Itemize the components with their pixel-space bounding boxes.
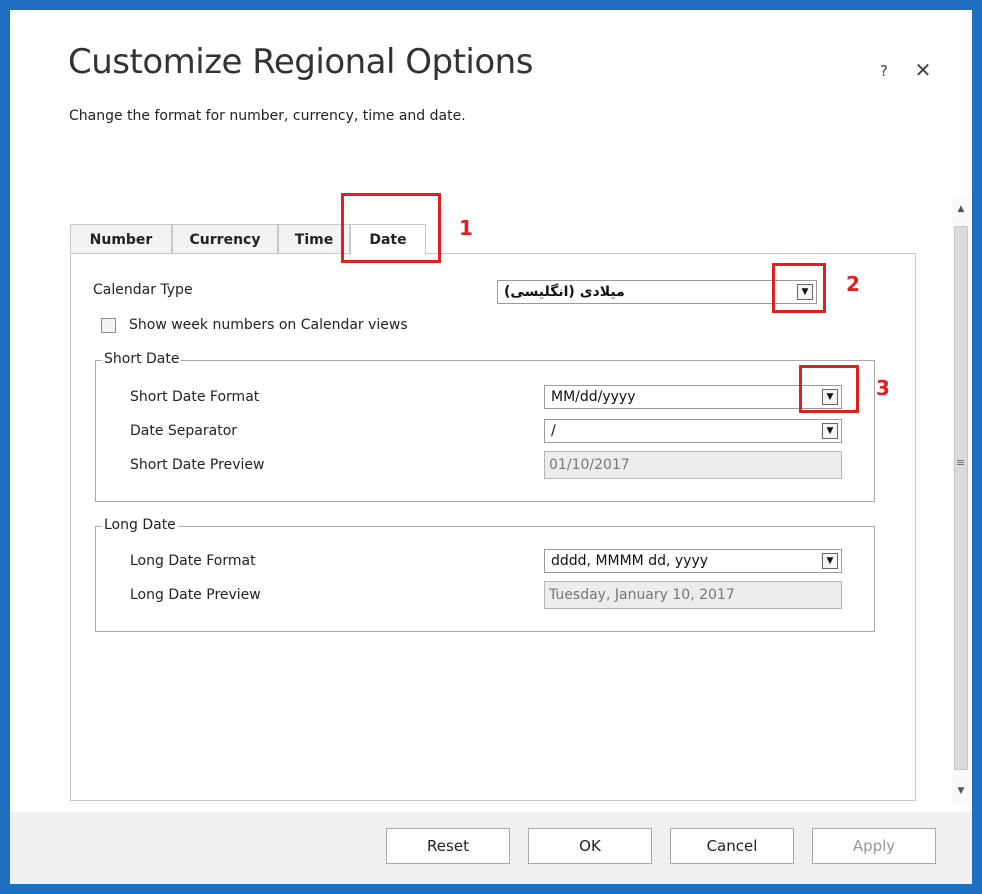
annotation-number-2: 2 <box>846 272 860 296</box>
annotation-box-2 <box>772 263 826 313</box>
long-date-group: Long Date Long Date Format dddd, MMMM dd… <box>95 517 875 632</box>
regional-options-dialog: Customize Regional Options Change the fo… <box>10 10 972 884</box>
tab-time[interactable]: Time <box>278 224 350 254</box>
long-date-format-label: Long Date Format <box>130 553 256 569</box>
apply-button[interactable]: Apply <box>812 828 936 864</box>
window-edge <box>0 0 10 894</box>
tab-label: Time <box>294 231 334 248</box>
calendar-type-label: Calendar Type <box>93 282 193 298</box>
scroll-grip-icon: ≡ <box>956 456 966 469</box>
date-tab-panel: Calendar Type میلادی (انگلیسی) ▼ Show we… <box>70 253 916 801</box>
short-date-format-label: Short Date Format <box>130 389 260 405</box>
chevron-down-icon[interactable]: ▼ <box>822 423 838 439</box>
calendar-type-select[interactable]: میلادی (انگلیسی) ▼ <box>497 280 817 304</box>
tab-label: Date <box>369 232 407 248</box>
date-separator-label: Date Separator <box>130 423 238 439</box>
vertical-scrollbar[interactable]: ▲ ≡ ▼ <box>952 196 970 806</box>
week-numbers-label: Show week numbers on Calendar views <box>129 317 408 333</box>
dialog-subtitle: Change the format for number, currency, … <box>69 108 466 124</box>
scroll-up-icon[interactable]: ▲ <box>952 200 970 218</box>
scrollbar-thumb[interactable] <box>954 226 968 770</box>
cancel-button[interactable]: Cancel <box>670 828 794 864</box>
scroll-down-icon[interactable]: ▼ <box>952 782 970 800</box>
long-date-format-value: dddd, MMMM dd, yyyy <box>551 553 709 569</box>
long-date-preview-label: Long Date Preview <box>130 587 261 603</box>
week-numbers-checkbox[interactable] <box>101 318 116 333</box>
short-date-group: Short Date Short Date Format MM/dd/yyyy … <box>95 351 875 502</box>
reset-button[interactable]: Reset <box>386 828 510 864</box>
short-date-legend: Short Date <box>102 351 182 367</box>
annotation-number-3: 3 <box>876 376 890 400</box>
short-date-format-value: MM/dd/yyyy <box>551 389 636 405</box>
tab-number[interactable]: Number <box>70 224 172 254</box>
tab-label: Number <box>89 231 153 248</box>
window-edge-bottom <box>10 884 972 894</box>
close-icon[interactable]: ✕ <box>912 58 934 82</box>
tab-date[interactable]: Date <box>350 224 426 255</box>
short-date-preview-label: Short Date Preview <box>130 457 265 473</box>
annotation-number-1: 1 <box>459 216 473 240</box>
dialog-title: Customize Regional Options <box>68 42 533 82</box>
tab-currency[interactable]: Currency <box>172 224 278 254</box>
short-date-format-select[interactable]: MM/dd/yyyy ▼ <box>544 385 842 409</box>
annotation-box-3 <box>799 365 859 413</box>
calendar-type-value: میلادی (انگلیسی) <box>504 284 625 300</box>
help-icon[interactable]: ? <box>874 62 894 82</box>
short-date-preview-field: 01/10/2017 <box>544 451 842 479</box>
date-separator-value: / <box>551 423 556 439</box>
tab-label: Currency <box>189 231 261 248</box>
ok-button[interactable]: OK <box>528 828 652 864</box>
long-date-preview-field: Tuesday, January 10, 2017 <box>544 581 842 609</box>
chevron-down-icon[interactable]: ▼ <box>822 553 838 569</box>
date-separator-select[interactable]: / ▼ <box>544 419 842 443</box>
long-date-legend: Long Date <box>102 517 178 533</box>
dialog-footer: Reset OK Cancel Apply <box>10 812 972 884</box>
long-date-format-select[interactable]: dddd, MMMM dd, yyyy ▼ <box>544 549 842 573</box>
